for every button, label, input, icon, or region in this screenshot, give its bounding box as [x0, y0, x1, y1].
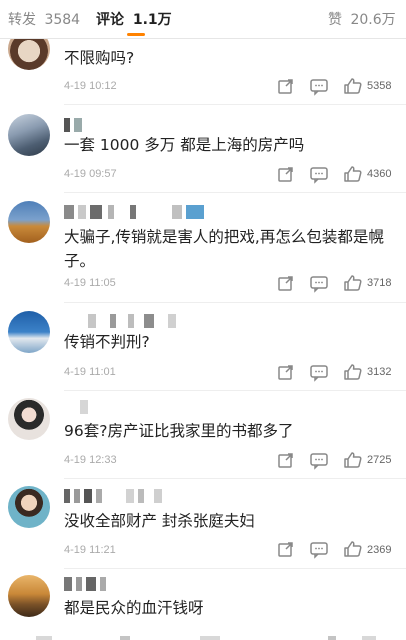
avatar[interactable] — [8, 486, 50, 528]
comment-text: 都是民众的血汗钱呀 — [64, 599, 204, 617]
tab-reposts-count: 3584 — [44, 12, 81, 28]
thumbs-up-icon[interactable] — [342, 451, 364, 469]
comment-time: 4-19 11:05 — [64, 277, 116, 289]
divider — [64, 192, 406, 193]
like-count: 4360 — [367, 168, 392, 180]
blurred-username — [64, 489, 244, 507]
avatar[interactable] — [8, 575, 50, 617]
thumbs-up-icon[interactable] — [342, 363, 364, 381]
thumbs-up-icon[interactable] — [342, 77, 364, 95]
comment-icon[interactable] — [308, 166, 330, 184]
tab-comments-label: 评论 — [96, 12, 124, 28]
blurred-username — [64, 400, 244, 418]
like-count: 5358 — [367, 80, 392, 92]
blurred-username — [64, 205, 244, 223]
comment-icon[interactable] — [308, 541, 330, 559]
like-count: 2725 — [367, 454, 392, 466]
share-icon[interactable] — [275, 541, 297, 559]
comment-icon[interactable] — [308, 78, 330, 96]
tab-likes-count: 20.6万 — [350, 12, 396, 28]
comment-time: 4-19 11:21 — [64, 544, 116, 556]
thumbs-up-icon[interactable] — [342, 165, 364, 183]
comment-text: 大骗子,传销就是害人的把戏,再怎么包装都是幌子。 — [64, 228, 384, 270]
divider — [64, 568, 406, 569]
tab-comments[interactable]: 评论 1.1万 — [96, 9, 172, 29]
share-icon[interactable] — [275, 364, 297, 382]
tab-comments-count: 1.1万 — [132, 12, 172, 28]
tab-reposts-label: 转发 — [8, 12, 36, 28]
comment-text: 没收全部财产 封杀张庭夫妇 — [64, 512, 255, 530]
thumbs-up-icon[interactable] — [342, 274, 364, 292]
share-icon[interactable] — [275, 275, 297, 293]
blurred-username — [64, 577, 244, 595]
comment-time: 4-19 10:12 — [64, 80, 117, 92]
thumbs-up-icon[interactable] — [342, 540, 364, 558]
tab-likes-label: 赞 — [328, 12, 342, 28]
comment-icon[interactable] — [308, 452, 330, 470]
avatar[interactable] — [8, 311, 50, 353]
comment-text: 96套?房产证比我家里的书都多了 — [64, 422, 294, 440]
avatar[interactable] — [8, 201, 50, 243]
like-count: 2369 — [367, 544, 392, 556]
divider — [64, 104, 406, 105]
comment-time: 4-19 09:57 — [64, 168, 117, 180]
active-tab-indicator — [127, 33, 145, 36]
share-icon[interactable] — [275, 452, 297, 470]
comment-time: 4-19 11:01 — [64, 366, 116, 378]
like-count: 3718 — [367, 277, 392, 289]
comment-time: 4-19 12:33 — [64, 454, 117, 466]
share-icon[interactable] — [275, 78, 297, 96]
tab-bar: 转发 3584 评论 1.1万 赞 20.6万 — [0, 0, 406, 39]
tab-likes[interactable]: 赞 20.6万 — [328, 9, 396, 29]
divider — [64, 478, 406, 479]
bottom-bar-edge — [0, 630, 406, 640]
share-icon[interactable] — [275, 166, 297, 184]
comment-text: 一套 1000 多万 都是上海的房产吗 — [64, 136, 305, 154]
divider — [64, 302, 406, 303]
avatar[interactable] — [8, 114, 50, 156]
comment-icon[interactable] — [308, 364, 330, 382]
divider — [64, 390, 406, 391]
comment-icon[interactable] — [308, 275, 330, 293]
comment-text: 传销不判刑? — [64, 333, 150, 351]
like-count: 3132 — [367, 366, 392, 378]
avatar[interactable] — [8, 398, 50, 440]
comment-text: 不限购吗? — [64, 49, 135, 67]
tab-reposts[interactable]: 转发 3584 — [8, 9, 80, 29]
